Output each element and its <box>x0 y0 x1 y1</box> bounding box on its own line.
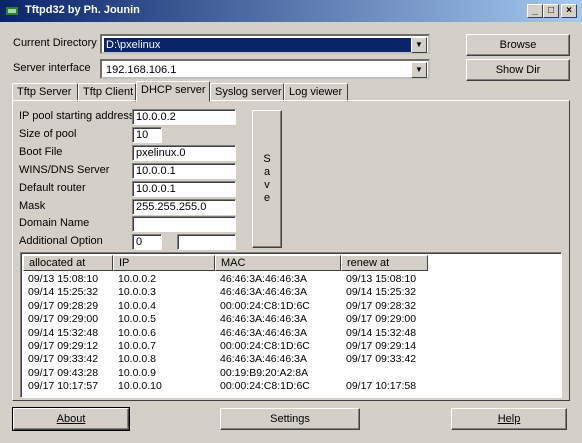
server-interface-label: Server interface <box>13 62 91 74</box>
ip-cell: 10.0.0.4 <box>118 299 156 312</box>
pool-size-field[interactable]: 10 <box>132 127 162 143</box>
browse-button[interactable]: Browse <box>466 34 570 56</box>
pool-start-field[interactable]: 10.0.0.2 <box>132 109 236 125</box>
column-header-allocated[interactable]: allocated at <box>23 255 113 271</box>
close-button[interactable]: × <box>561 4 577 18</box>
allocated-cell: 09/17 10:17:57 <box>28 380 99 393</box>
boot-file-label: Boot File <box>19 146 63 158</box>
minimize-button[interactable]: _ <box>527 4 543 18</box>
option-label: Additional Option <box>19 235 103 247</box>
app-icon <box>6 7 18 15</box>
about-button[interactable]: About <box>12 407 130 431</box>
chevron-down-icon[interactable]: ▼ <box>411 62 427 78</box>
ip-cell: 10.0.0.2 <box>118 273 156 285</box>
domain-label: Domain Name <box>19 217 90 229</box>
chevron-down-icon[interactable]: ▼ <box>411 37 427 53</box>
allocated-cell: 09/17 09:43:28 <box>28 366 99 379</box>
current-directory-value: D:\pxelinux <box>104 38 414 52</box>
dns-label: WINS/DNS Server <box>19 164 110 176</box>
mac-cell: 46:46:3A:46:46:3A <box>220 313 307 326</box>
allocated-cell: 09/17 09:33:42 <box>28 353 99 366</box>
server-interface-value: 192.168.106.1 <box>106 64 177 76</box>
show-dir-button[interactable]: Show Dir <box>466 59 570 81</box>
lease-table[interactable]: allocated at IP MAC renew at 09/13 15:08… <box>20 252 562 398</box>
mac-cell: 00:00:24:C8:1D:6C <box>220 299 310 312</box>
allocated-cell: 09/13 15:08:10 <box>28 273 99 285</box>
mac-cell: 00:00:24:C8:1D:6C <box>220 380 310 393</box>
mac-cell: 46:46:3A:46:46:3A <box>220 326 307 339</box>
renew-cell: 09/17 10:17:58 <box>346 380 417 393</box>
column-header-renew[interactable]: renew at <box>341 255 428 271</box>
ip-cell: 10.0.0.9 <box>118 366 156 379</box>
mac-cell: 00:19:B9:20:A2:8A <box>220 366 309 379</box>
maximize-button[interactable]: □ <box>543 4 559 18</box>
about-label: About <box>56 413 86 425</box>
option-value-field[interactable] <box>177 234 236 250</box>
save-letter: e <box>263 192 271 204</box>
ip-cell: 10.0.0.6 <box>118 326 156 339</box>
allocated-cell: 09/17 09:28:29 <box>28 299 99 312</box>
renew-cell: 09/14 15:25:32 <box>346 286 417 299</box>
save-letter: a <box>263 166 271 178</box>
title-bar: Tftpd32 by Ph. Jounin _ □ × <box>0 0 582 22</box>
current-directory-label: Current Directory <box>13 37 97 49</box>
ip-cell: 10.0.0.10 <box>118 380 162 393</box>
save-letter: v <box>264 179 270 191</box>
option-number-field[interactable]: 0 <box>132 234 162 250</box>
server-interface-combo[interactable]: 192.168.106.1 ▼ <box>100 59 430 79</box>
ip-cell: 10.0.0.5 <box>118 313 156 326</box>
current-directory-combo[interactable]: D:\pxelinux ▼ <box>100 34 430 54</box>
help-label: Help <box>497 413 521 425</box>
router-label: Default router <box>19 182 86 194</box>
renew-cell: 09/17 09:29:14 <box>346 340 417 352</box>
allocated-cell: 09/17 09:29:00 <box>28 313 99 326</box>
mac-cell: 46:46:3A:46:46:3A <box>220 286 307 299</box>
window-title: Tftpd32 by Ph. Jounin <box>25 4 140 16</box>
renew-cell: 09/17 09:33:42 <box>346 353 417 366</box>
mac-cell: 46:46:3A:46:46:3A <box>220 273 307 285</box>
tab-dhcp-server[interactable]: DHCP server <box>136 81 210 102</box>
domain-field[interactable] <box>132 216 236 232</box>
save-button[interactable]: S a v e <box>252 110 282 248</box>
column-header-ip[interactable]: IP <box>113 255 215 271</box>
boot-file-field[interactable]: pxelinux.0 <box>132 145 236 161</box>
allocated-cell: 09/17 09:29:12 <box>28 340 99 352</box>
allocated-cell: 09/14 15:25:32 <box>28 286 99 299</box>
mask-field[interactable]: 255.255.255.0 <box>132 199 236 215</box>
mac-cell: 46:46:3A:46:46:3A <box>220 353 307 366</box>
pool-size-label: Size of pool <box>19 128 77 140</box>
allocated-cell: 09/14 15:32:48 <box>28 326 99 339</box>
dns-field[interactable]: 10.0.0.1 <box>132 163 236 179</box>
ip-cell: 10.0.0.7 <box>118 340 156 352</box>
ip-cell: 10.0.0.3 <box>118 286 156 299</box>
pool-start-label: IP pool starting address <box>19 110 135 122</box>
settings-button[interactable]: Settings <box>220 408 360 430</box>
mac-cell: 00:00:24:C8:1D:6C <box>220 340 310 352</box>
renew-cell: 09/17 09:28:32 <box>346 299 417 312</box>
renew-cell: 09/17 09:29:00 <box>346 313 417 326</box>
help-button[interactable]: Help <box>451 408 567 430</box>
renew-cell: 09/13 15:08:10 <box>346 273 417 285</box>
router-field[interactable]: 10.0.0.1 <box>132 181 236 197</box>
mask-label: Mask <box>19 200 46 212</box>
save-letter: S <box>263 153 271 165</box>
renew-cell: 09/14 15:32:48 <box>346 326 417 339</box>
column-header-mac[interactable]: MAC <box>215 255 341 271</box>
ip-cell: 10.0.0.8 <box>118 353 156 366</box>
